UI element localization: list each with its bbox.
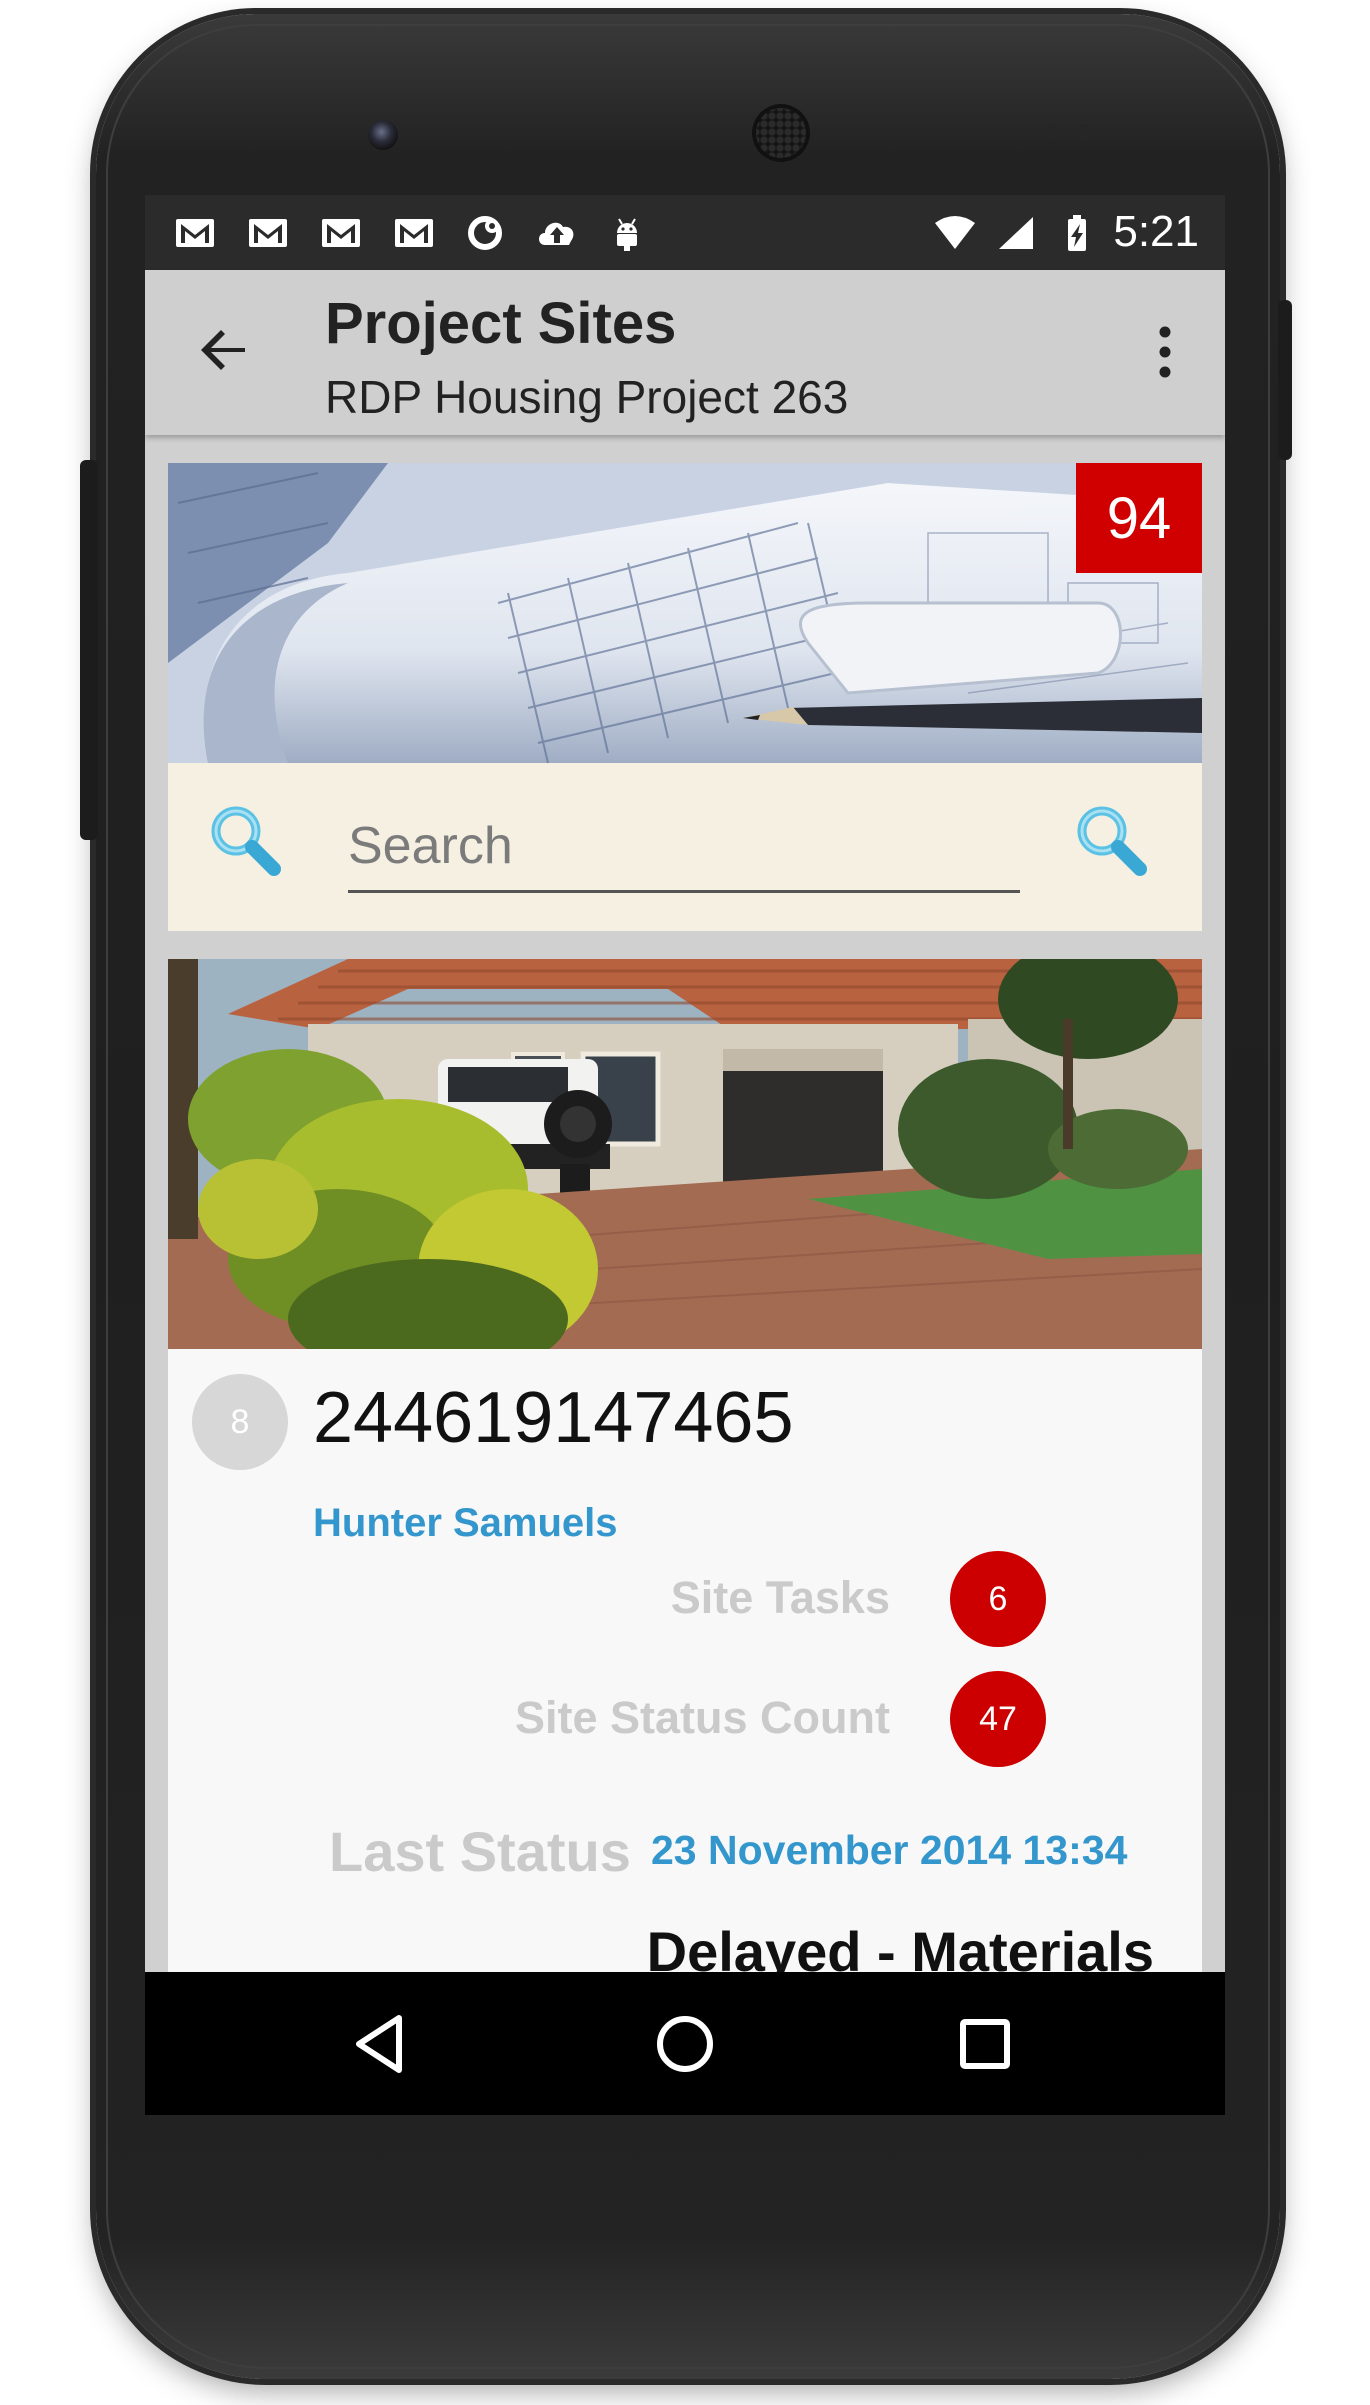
site-count-badge: 94 [1076, 463, 1202, 573]
site-number: 244619147465 [313, 1378, 794, 1458]
sync-icon [463, 213, 507, 253]
app-bar: Project Sites RDP Housing Project 263 [145, 270, 1225, 435]
back-nav-icon[interactable] [345, 2008, 417, 2080]
recents-nav-icon[interactable] [949, 2008, 1021, 2080]
gmail-icon [319, 213, 363, 253]
front-camera [368, 120, 398, 150]
back-arrow-icon[interactable] [193, 318, 257, 382]
last-status-date: 23 November 2014 13:34 [651, 1827, 1128, 1873]
screen: 5:21 Project Sites RDP Housing Project 2… [145, 195, 1225, 2115]
light-sensor [1076, 124, 1092, 140]
overflow-menu-icon[interactable] [1155, 322, 1175, 382]
site-tasks-count-badge[interactable]: 6 [950, 1551, 1046, 1647]
search-icon[interactable] [204, 799, 284, 879]
site-status-count-badge[interactable]: 47 [950, 1671, 1046, 1767]
page-subtitle: RDP Housing Project 263 [325, 371, 849, 423]
project-banner-image: 94 [168, 463, 1202, 763]
power-button [1278, 300, 1292, 460]
gmail-icon [392, 213, 436, 253]
android-icon [605, 213, 649, 253]
cell-signal-icon [993, 213, 1037, 253]
site-status-count-label: Site Status Count [514, 1692, 890, 1743]
navigation-bar [145, 1972, 1225, 2115]
home-nav-icon[interactable] [649, 2008, 721, 2080]
gmail-icon [173, 213, 217, 253]
cloud-upload-icon [535, 213, 579, 253]
avatar: 8 [192, 1374, 288, 1470]
battery-charging-icon [1055, 213, 1099, 253]
clock: 5:21 [1113, 207, 1199, 256]
gmail-icon [246, 213, 290, 253]
site-photo [168, 959, 1202, 1349]
site-tasks-label: Site Tasks [670, 1572, 890, 1623]
volume-button [80, 460, 98, 840]
search-input[interactable] [348, 801, 1020, 893]
page-title: Project Sites [325, 291, 677, 356]
last-status-label: Last Status [329, 1820, 631, 1883]
wifi-icon [933, 213, 977, 253]
search-bar [168, 763, 1202, 931]
status-bar: 5:21 [145, 195, 1225, 270]
assigned-person[interactable]: Hunter Samuels [313, 1501, 618, 1546]
search-submit-icon[interactable] [1070, 799, 1150, 879]
earpiece-speaker [752, 104, 810, 162]
site-card[interactable]: 8 244619147465 Hunter Samuels Site Tasks… [168, 959, 1202, 2115]
blueprint-illustration [168, 463, 1202, 763]
proximity-sensor [1046, 124, 1062, 140]
